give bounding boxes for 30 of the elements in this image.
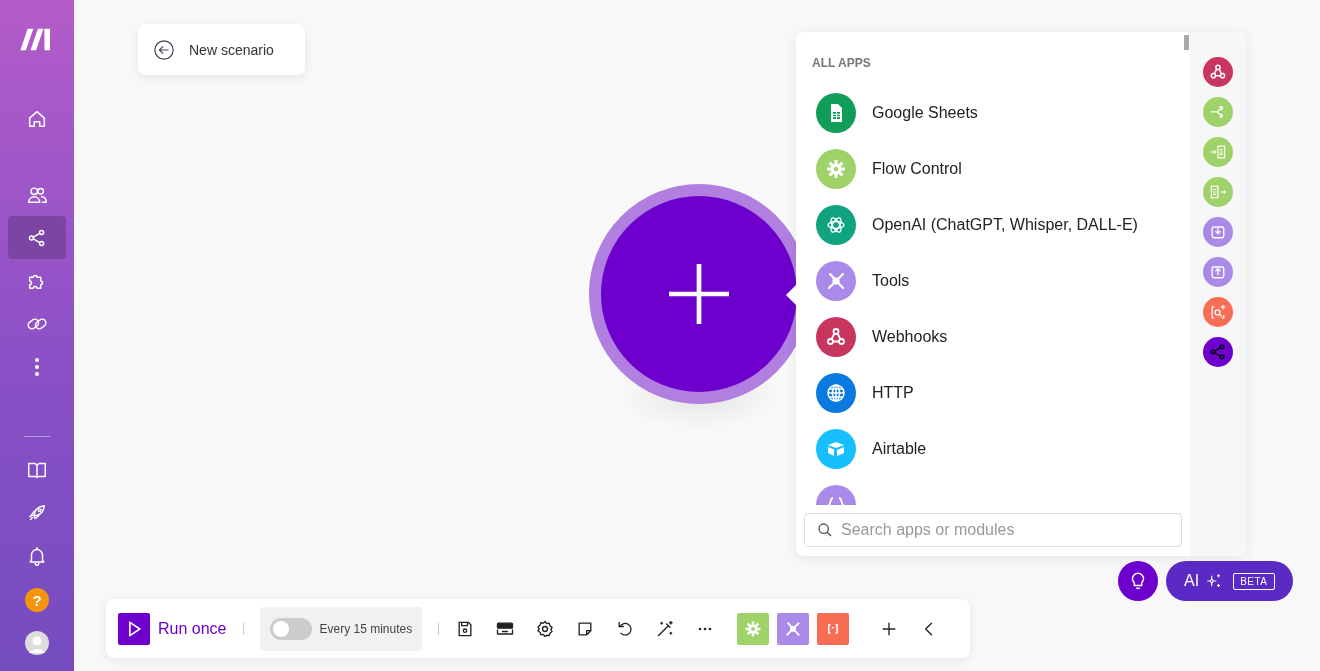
app-list-item[interactable]: HTTP [804, 373, 1182, 413]
app-list-item[interactable]: OpenAI (ChatGPT, Whisper, DALL-E) [804, 205, 1182, 245]
scrollbar-thumb[interactable] [1184, 35, 1189, 50]
beta-badge: BETA [1233, 572, 1275, 590]
run-once-button[interactable]: Run once [118, 612, 227, 645]
search-field[interactable]: Search apps or modules [804, 513, 1182, 547]
ai-button[interactable]: AI BETA [1166, 561, 1293, 601]
nav-share-item[interactable] [8, 216, 66, 259]
search-icon[interactable] [1203, 297, 1233, 327]
hint-button[interactable] [1118, 561, 1158, 601]
download-icon[interactable] [1203, 217, 1233, 247]
brackets-icon[interactable] [817, 612, 850, 645]
schedule-label: Every 15 minutes [319, 621, 413, 636]
schedule-toggle[interactable] [269, 617, 312, 640]
search-icon [817, 522, 833, 538]
settings-icon[interactable] [535, 618, 556, 639]
app-list-item[interactable]: Flow Control [804, 149, 1182, 189]
avatar-icon[interactable] [25, 631, 49, 655]
app-list-item[interactable]: Webhooks [804, 317, 1182, 357]
app-list-item[interactable]: Airtable [804, 429, 1182, 469]
webhook-icon[interactable] [1203, 57, 1233, 87]
new-scenario-button[interactable]: New scenario [138, 24, 305, 75]
magic-wand-icon[interactable] [655, 618, 676, 639]
app-list-item[interactable]: Google Sheets [804, 93, 1182, 133]
upload-icon[interactable] [1203, 257, 1233, 287]
app-list-item[interactable]: Tools [804, 261, 1182, 301]
section-heading: ALL APPS [812, 56, 872, 70]
share-icon[interactable] [1203, 337, 1233, 367]
more-icon [35, 357, 39, 376]
wrench-screwdriver-icon[interactable] [777, 612, 810, 645]
